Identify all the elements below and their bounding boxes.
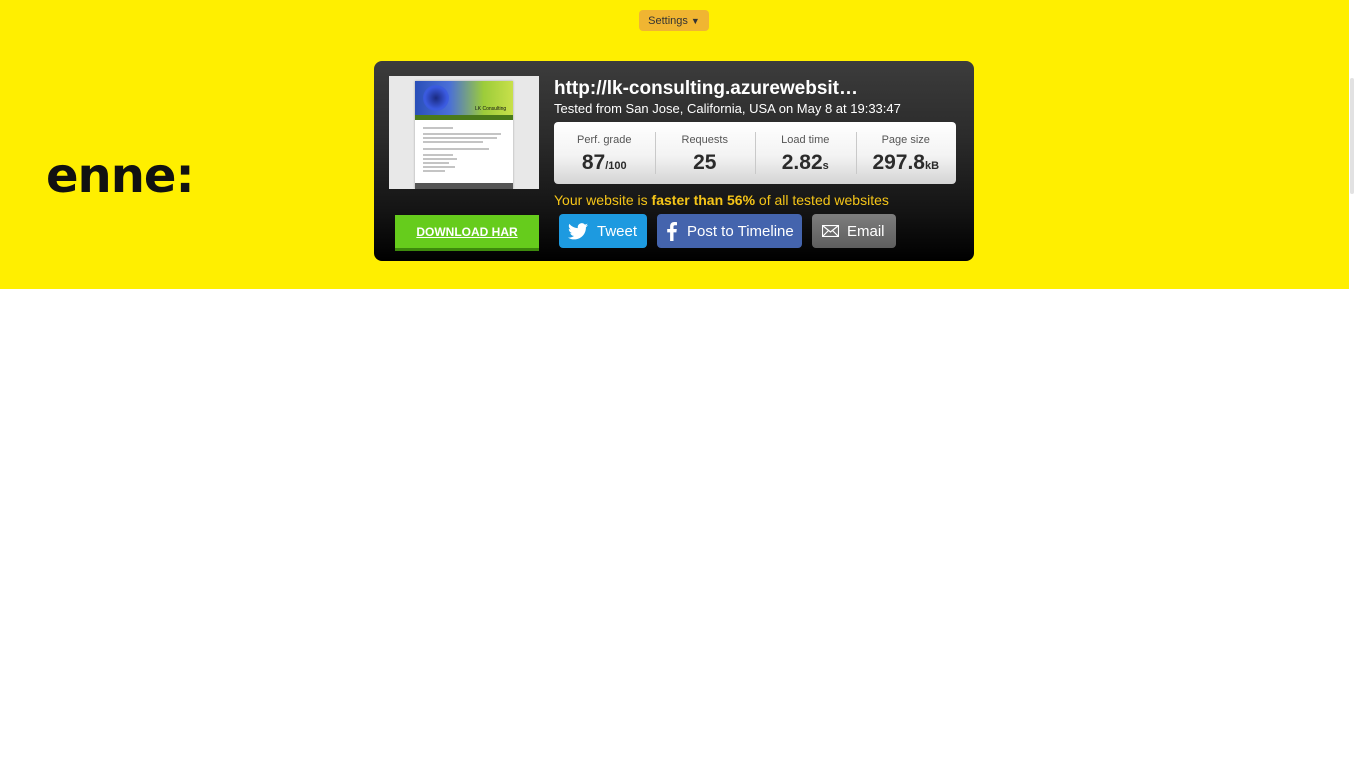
email-label: Email: [847, 222, 885, 240]
tweet-label: Tweet: [597, 222, 638, 240]
stat-label: Load time: [781, 134, 830, 146]
thumbnail-footer: [415, 183, 513, 189]
comparison-prefix: Your website is: [554, 192, 652, 208]
thumbnail-text-line: [423, 148, 489, 150]
stat-load-time: Load time 2.82s: [755, 122, 856, 184]
thumbnail-text-line: [423, 162, 449, 164]
comparison-suffix: of all tested websites: [755, 192, 889, 208]
post-to-timeline-button[interactable]: Post to Timeline: [657, 214, 802, 248]
stat-unit: s: [822, 160, 829, 172]
thumbnail-page: LK Consulting: [415, 81, 513, 189]
stat-value: 2.82s: [755, 150, 856, 179]
scrollbar-thumb[interactable]: [1350, 78, 1354, 194]
post-to-timeline-label: Post to Timeline: [687, 222, 794, 240]
flower-image: [423, 85, 449, 111]
email-button[interactable]: Email: [812, 214, 896, 248]
thumbnail-text-line: [423, 137, 497, 139]
side-heading: enne:: [46, 148, 195, 204]
thumbnail-text-line: [423, 166, 455, 168]
stat-number: 2.82: [781, 151, 823, 174]
stat-number: 297.8: [872, 151, 925, 174]
thumbnail-navbar: [415, 115, 513, 120]
download-har-button[interactable]: DOWNLOAD HAR: [395, 215, 539, 251]
stat-value: 297.8kB: [856, 150, 957, 179]
envelope-icon: [822, 225, 839, 237]
tweet-button[interactable]: Tweet: [559, 214, 647, 248]
tested-from-text: Tested from San Jose, California, USA on…: [554, 101, 901, 116]
stat-label: Page size: [881, 134, 930, 146]
twitter-bird-icon: [568, 222, 588, 240]
stat-requests: Requests 25: [654, 122, 756, 184]
tested-url[interactable]: http://lk-consulting.azurewebsit…: [554, 77, 954, 101]
facebook-icon: [667, 221, 677, 241]
comparison-highlight: faster than 56%: [651, 192, 756, 208]
settings-label: Settings: [648, 14, 688, 27]
stat-unit: /100: [605, 160, 627, 172]
stat-label: Perf. grade: [577, 134, 632, 146]
stat-page-size: Page size 297.8kB: [855, 122, 957, 184]
stat-value: 25: [655, 150, 756, 179]
stat-number: 25: [693, 151, 717, 174]
stat-label: Requests: [681, 134, 728, 146]
thumbnail-text-line: [423, 127, 453, 129]
thumbnail-logo-text: LK Consulting: [475, 106, 507, 112]
stat-value: 87/100: [554, 150, 655, 179]
website-thumbnail[interactable]: LK Consulting: [389, 76, 539, 189]
chevron-down-icon: ▼: [690, 15, 700, 26]
stats-box: Perf. grade 87/100 Requests 25 Load time…: [554, 122, 956, 184]
stat-unit: kB: [925, 160, 940, 172]
stat-perf-grade: Perf. grade 87/100: [554, 122, 655, 184]
stat-number: 87: [581, 151, 606, 174]
thumbnail-text-line: [423, 133, 501, 135]
thumbnail-text-line: [423, 158, 457, 160]
thumbnail-text-line: [423, 141, 483, 143]
comparison-text: Your website is faster than 56% of all t…: [554, 192, 889, 209]
settings-button[interactable]: Settings ▼: [639, 10, 709, 31]
thumbnail-text-line: [423, 154, 453, 156]
thumbnail-text-line: [423, 170, 445, 172]
